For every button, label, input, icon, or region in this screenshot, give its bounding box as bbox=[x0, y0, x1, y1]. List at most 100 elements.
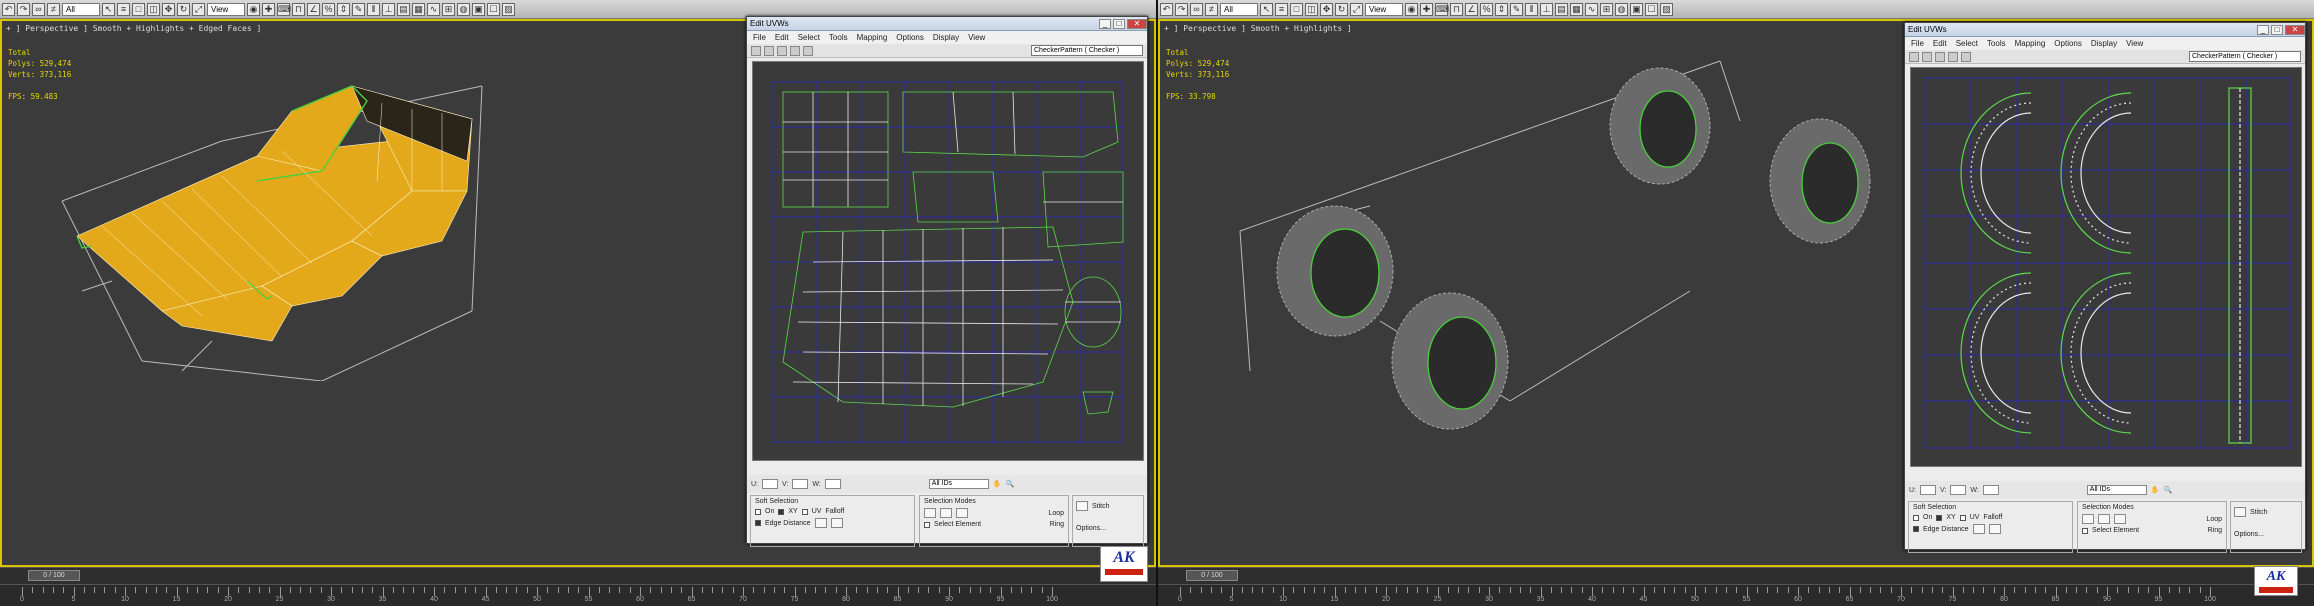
stitch-button[interactable] bbox=[1076, 501, 1088, 511]
xy-radio[interactable] bbox=[1936, 514, 1943, 521]
layer-icon[interactable]: ▤ bbox=[1555, 2, 1568, 16]
redo-icon[interactable]: ↷ bbox=[1175, 2, 1188, 16]
falloff-smooth-button[interactable] bbox=[1988, 524, 2001, 534]
link-icon[interactable]: ∞ bbox=[1190, 2, 1203, 16]
mirror-uv-icon[interactable] bbox=[1961, 51, 1971, 62]
named-selection-icon[interactable]: ✎ bbox=[1510, 2, 1523, 16]
uv-radio[interactable] bbox=[801, 508, 808, 515]
minimize-icon[interactable]: _ bbox=[2257, 24, 2269, 35]
u-field[interactable] bbox=[1920, 485, 1936, 495]
schematic-icon[interactable]: ⊞ bbox=[1600, 2, 1613, 16]
time-slider[interactable]: 0 / 100 bbox=[1158, 567, 2314, 584]
edit-uvws-window[interactable]: Edit UVWs _ □ ✕ File Edit Select Tools M… bbox=[746, 16, 1148, 547]
pan-icon[interactable]: ✋ bbox=[2151, 486, 2160, 494]
falloff-linear-button[interactable] bbox=[814, 518, 827, 528]
uv-editor-canvas[interactable] bbox=[1910, 67, 2302, 467]
menu-mapping[interactable]: Mapping bbox=[857, 33, 888, 42]
select-by-name-icon[interactable]: ≡ bbox=[117, 2, 130, 16]
angle-snap-icon[interactable]: ∠ bbox=[1465, 2, 1478, 16]
schematic-icon[interactable]: ⊞ bbox=[442, 2, 455, 16]
uvw-titlebar[interactable]: Edit UVWs _ □ ✕ bbox=[747, 17, 1147, 31]
selection-filter-dropdown[interactable]: All bbox=[62, 2, 100, 16]
time-slider[interactable]: 0 / 100 bbox=[0, 567, 1156, 584]
rect-selection-icon[interactable]: □ bbox=[1290, 2, 1303, 16]
edge-mode-button[interactable] bbox=[2098, 514, 2110, 524]
render-setup-icon[interactable]: ▣ bbox=[1630, 2, 1643, 16]
menu-display[interactable]: Display bbox=[933, 33, 959, 42]
zoom-icon[interactable]: 🔍 bbox=[2164, 486, 2173, 494]
select-object-icon[interactable]: ↖ bbox=[1260, 2, 1273, 16]
close-icon[interactable]: ✕ bbox=[2285, 24, 2305, 35]
align-icon[interactable]: ⊥ bbox=[382, 2, 395, 16]
reference-coordinate-dropdown[interactable]: View bbox=[1365, 2, 1403, 16]
window-crossing-icon[interactable]: ◫ bbox=[147, 2, 160, 16]
vertex-mode-button[interactable] bbox=[2082, 514, 2094, 524]
material-editor-icon[interactable]: ◍ bbox=[457, 2, 470, 16]
uv-editor-canvas[interactable] bbox=[752, 61, 1144, 461]
scale-uv-icon[interactable] bbox=[1935, 51, 1945, 62]
loop-label[interactable]: Loop bbox=[2206, 516, 2222, 523]
track-bar[interactable]: 0 5 10 15 20 25 30 35 40 45 50 55 60 65 70 75 80 85 90 95 10… bbox=[0, 584, 1156, 606]
zoom-icon[interactable]: 🔍 bbox=[1006, 480, 1015, 488]
menu-edit[interactable]: Edit bbox=[775, 33, 789, 42]
ring-label[interactable]: Ring bbox=[2208, 527, 2222, 534]
unlink-icon[interactable]: ≠ bbox=[1205, 2, 1218, 16]
move-uv-icon[interactable] bbox=[1909, 51, 1919, 62]
close-icon[interactable]: ✕ bbox=[1127, 18, 1147, 29]
face-mode-button[interactable] bbox=[2114, 514, 2126, 524]
render-frame-icon[interactable]: ▨ bbox=[1660, 2, 1673, 16]
align-icon[interactable]: ⊥ bbox=[1540, 2, 1553, 16]
percent-snap-icon[interactable]: % bbox=[1480, 2, 1493, 16]
keyboard-shortcut-icon[interactable]: ⌨ bbox=[1435, 2, 1449, 16]
link-icon[interactable]: ∞ bbox=[32, 2, 45, 16]
edit-uvws-window[interactable]: Edit UVWs _ □ ✕ File Edit Select Tools M… bbox=[1904, 22, 2306, 553]
loop-label[interactable]: Loop bbox=[1048, 510, 1064, 517]
id-filter-dropdown[interactable]: All IDs bbox=[928, 479, 989, 489]
on-checkbox[interactable] bbox=[1913, 514, 1919, 521]
time-slider-frame[interactable]: 0 / 100 bbox=[1186, 570, 1238, 581]
menu-edit[interactable]: Edit bbox=[1933, 39, 1947, 48]
render-setup-icon[interactable]: ▣ bbox=[472, 2, 485, 16]
truck-body-mesh[interactable] bbox=[22, 41, 762, 381]
spinner-snap-icon[interactable]: ⇕ bbox=[1495, 2, 1508, 16]
freeform-icon[interactable] bbox=[1948, 51, 1958, 62]
rotate-icon[interactable]: ↻ bbox=[177, 2, 190, 16]
maximize-icon[interactable]: □ bbox=[1113, 18, 1125, 29]
unlink-icon[interactable]: ≠ bbox=[47, 2, 60, 16]
snap-icon[interactable]: ⊓ bbox=[1450, 2, 1463, 16]
viewport-label[interactable]: + ] Perspective ] Smooth + Highlights ] bbox=[1164, 24, 1352, 33]
render-icon[interactable]: ☐ bbox=[487, 2, 500, 16]
ring-label[interactable]: Ring bbox=[1050, 521, 1064, 528]
falloff-smooth-button[interactable] bbox=[830, 518, 843, 528]
rect-selection-icon[interactable]: □ bbox=[132, 2, 145, 16]
menu-file[interactable]: File bbox=[1911, 39, 1924, 48]
curve-editor-icon[interactable]: ∿ bbox=[427, 2, 440, 16]
named-selection-icon[interactable]: ✎ bbox=[352, 2, 365, 16]
curve-editor-icon[interactable]: ∿ bbox=[1585, 2, 1598, 16]
v-field[interactable] bbox=[792, 479, 809, 489]
edge-distance-checkbox[interactable] bbox=[755, 520, 761, 526]
pivot-icon[interactable]: ◉ bbox=[247, 2, 260, 16]
menu-select[interactable]: Select bbox=[1956, 39, 1978, 48]
move-uv-icon[interactable] bbox=[751, 45, 761, 56]
angle-snap-icon[interactable]: ∠ bbox=[307, 2, 320, 16]
select-element-checkbox[interactable] bbox=[924, 521, 930, 528]
render-frame-icon[interactable]: ▨ bbox=[502, 2, 515, 16]
move-icon[interactable]: ✥ bbox=[1320, 2, 1333, 16]
w-field[interactable] bbox=[824, 479, 841, 489]
menu-view[interactable]: View bbox=[2126, 39, 2143, 48]
options-button[interactable]: Options... bbox=[1076, 525, 1106, 532]
mirror-uv-icon[interactable] bbox=[803, 45, 813, 56]
pan-icon[interactable]: ✋ bbox=[993, 480, 1002, 488]
u-field[interactable] bbox=[762, 479, 778, 489]
options-button[interactable]: Options... bbox=[2234, 531, 2264, 538]
face-mode-button[interactable] bbox=[956, 508, 968, 518]
xy-radio[interactable] bbox=[778, 508, 785, 515]
snap-icon[interactable]: ⊓ bbox=[292, 2, 305, 16]
edge-mode-button[interactable] bbox=[940, 508, 952, 518]
edge-distance-checkbox[interactable] bbox=[1913, 526, 1919, 532]
graphite-icon[interactable]: ▦ bbox=[412, 2, 425, 16]
rotate-uv-icon[interactable] bbox=[764, 45, 774, 56]
time-slider-frame[interactable]: 0 / 100 bbox=[28, 570, 80, 581]
vertex-mode-button[interactable] bbox=[924, 508, 936, 518]
